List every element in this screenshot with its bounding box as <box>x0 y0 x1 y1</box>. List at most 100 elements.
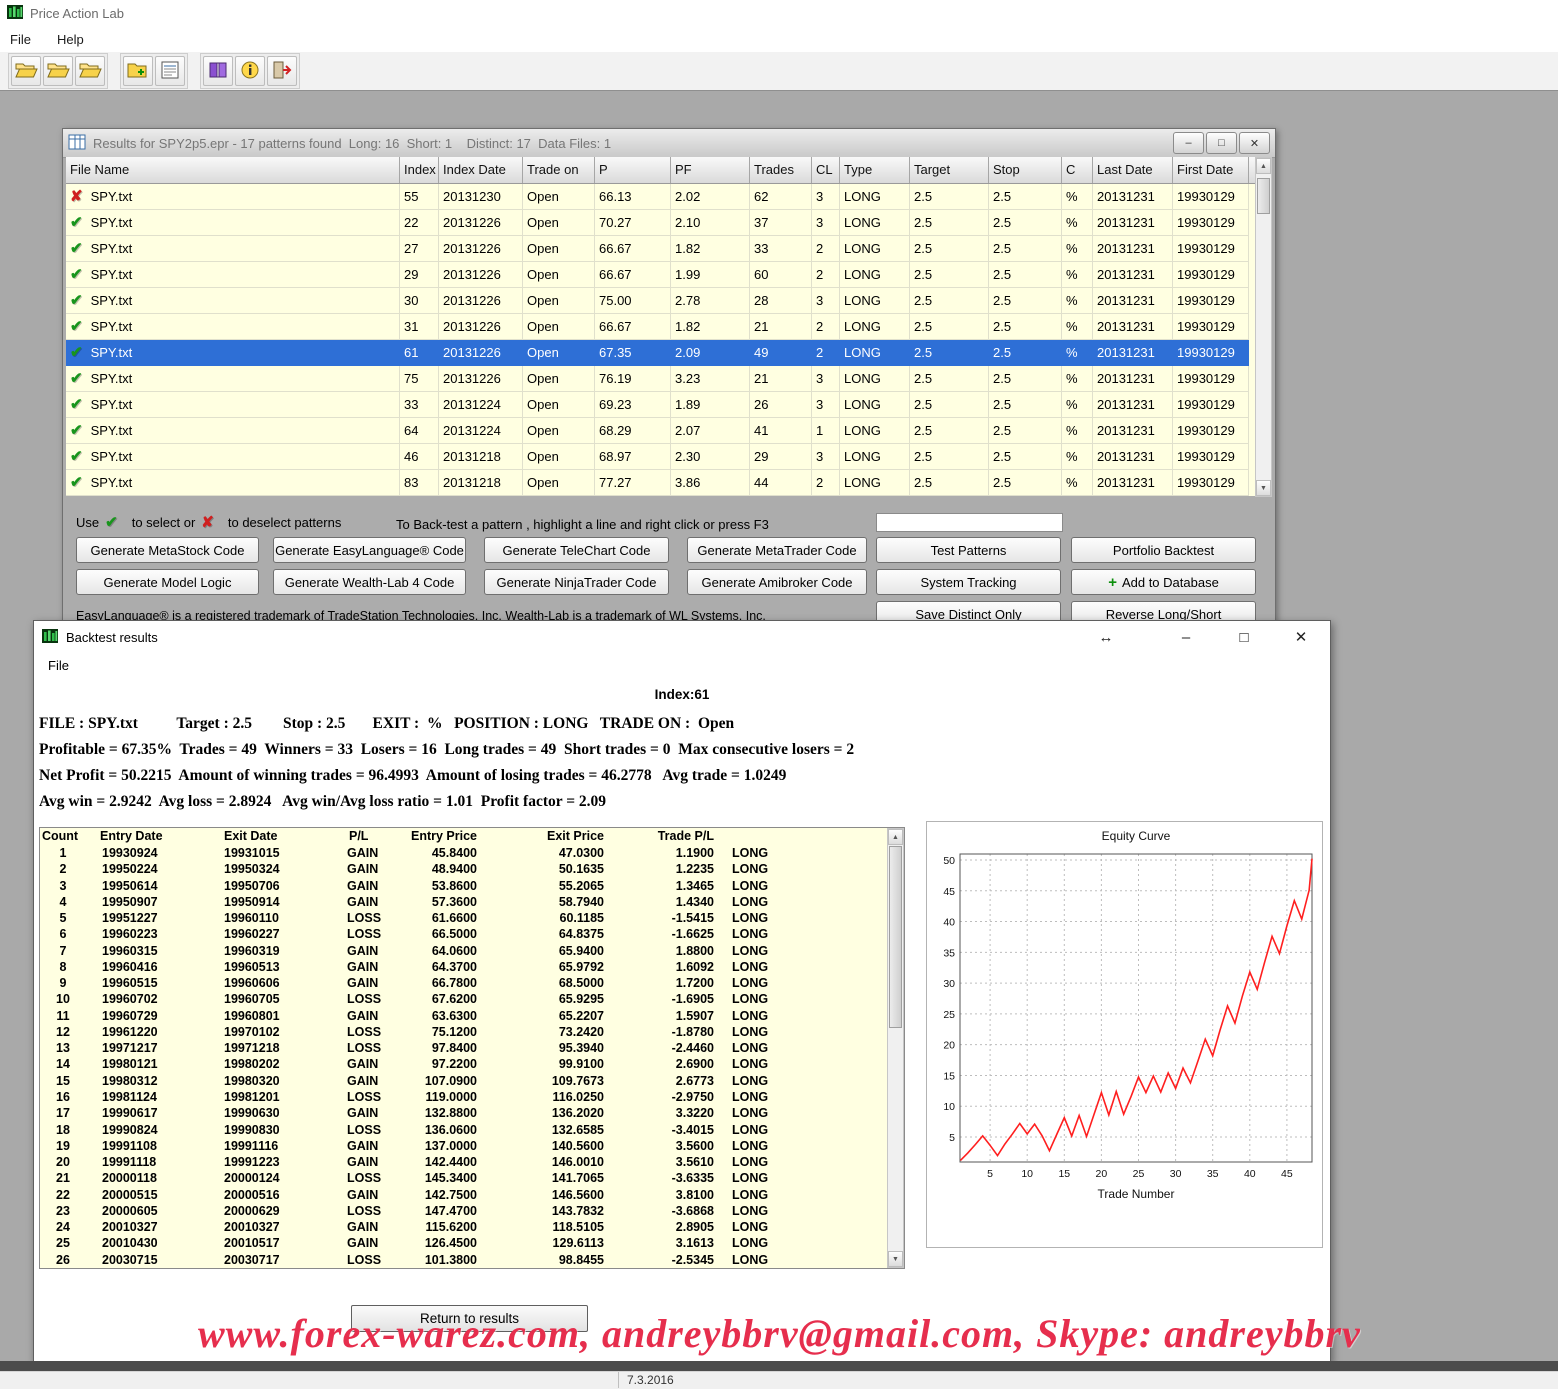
column-header-target[interactable]: Target <box>910 157 989 183</box>
menu-file[interactable]: File <box>48 658 69 673</box>
check-icon[interactable]: ✔ <box>70 396 83 413</box>
cell: 2.5 <box>989 470 1062 496</box>
table-row[interactable]: ✔SPY.txt6120131226Open67.352.09492LONG2.… <box>66 340 1255 366</box>
selection-hint: Use ✔ to select or ✘ to deselect pattern… <box>76 515 341 530</box>
column-header-file-name[interactable]: File Name <box>66 157 400 183</box>
cell: 19990824 <box>86 1122 224 1138</box>
generate-metastock-button[interactable]: Generate MetaStock Code <box>76 537 259 563</box>
cell: 1.89 <box>671 392 750 418</box>
form-button[interactable] <box>155 56 185 86</box>
table-row[interactable]: ✔SPY.txt8320131218Open77.273.86442LONG2.… <box>66 470 1255 496</box>
open-folder-icon <box>78 60 102 83</box>
column-header-index[interactable]: Index <box>400 157 439 183</box>
info-button[interactable] <box>235 56 265 86</box>
check-icon[interactable]: ✔ <box>70 422 83 439</box>
column-header-index-date[interactable]: Index Date <box>439 157 523 183</box>
table-row[interactable]: ✔SPY.txt3120131226Open66.671.82212LONG2.… <box>66 314 1255 340</box>
table-row[interactable]: ✔SPY.txt4620131218Open68.972.30293LONG2.… <box>66 444 1255 470</box>
results-titlebar[interactable]: Results for SPY2p5.epr - 17 patterns fou… <box>63 129 1275 158</box>
exit-button[interactable] <box>267 56 297 86</box>
maximize-button[interactable]: □ <box>1226 621 1262 653</box>
generate-telechart-button[interactable]: Generate TeleChart Code <box>484 537 669 563</box>
table-row[interactable]: ✔SPY.txt6420131224Open68.292.07411LONG2.… <box>66 418 1255 444</box>
table-row[interactable]: ✔SPY.txt2220131226Open70.272.10373LONG2.… <box>66 210 1255 236</box>
table-row[interactable]: ✔SPY.txt7520131226Open76.193.23213LONG2.… <box>66 366 1255 392</box>
cell: ✔SPY.txt <box>66 444 400 470</box>
generate-wealthlab-button[interactable]: Generate Wealth-Lab 4 Code <box>273 569 466 595</box>
check-icon[interactable]: ✔ <box>70 370 83 387</box>
scroll-down-icon[interactable]: ▼ <box>888 1251 903 1267</box>
system-tracking-button[interactable]: System Tracking <box>876 569 1061 595</box>
check-icon[interactable]: ✔ <box>70 344 83 361</box>
cell: 19960223 <box>86 926 224 942</box>
close-button[interactable]: ✕ <box>1283 621 1319 653</box>
menu-file[interactable]: File <box>10 32 31 47</box>
cell: LOSS <box>347 1089 387 1105</box>
cell: 19950706 <box>224 878 347 894</box>
cell: LOSS <box>347 1252 387 1268</box>
table-row[interactable]: ✔SPY.txt2920131226Open66.671.99602LONG2.… <box>66 262 1255 288</box>
test-patterns-button[interactable]: Test Patterns <box>876 537 1061 563</box>
column-header-last-date[interactable]: Last Date <box>1093 157 1173 183</box>
svg-text:30: 30 <box>943 978 955 990</box>
trades-scrollbar[interactable]: ▲ ▼ <box>887 828 904 1268</box>
check-icon[interactable]: ✔ <box>70 474 83 491</box>
column-header-stop[interactable]: Stop <box>989 157 1062 183</box>
hint-text: Use <box>76 515 99 530</box>
cell: 2.5 <box>989 288 1062 314</box>
cell: 20 <box>40 1154 86 1170</box>
column-header-p[interactable]: P <box>595 157 671 183</box>
close-button[interactable]: ✕ <box>1239 132 1270 154</box>
cell: 19981201 <box>224 1089 347 1105</box>
column-header-first-date[interactable]: First Date <box>1173 157 1249 183</box>
backtest-titlebar[interactable]: Backtest results <box>34 621 1330 653</box>
check-icon[interactable]: ✔ <box>70 318 83 335</box>
x-icon[interactable]: ✘ <box>70 188 83 205</box>
results-scrollbar[interactable]: ▲ ▼ <box>1255 157 1272 497</box>
check-icon[interactable]: ✔ <box>70 448 83 465</box>
open-folder-button[interactable] <box>11 56 41 86</box>
cell: -1.5415 <box>604 910 714 926</box>
column-header-cl[interactable]: CL <box>812 157 840 183</box>
scroll-up-icon[interactable]: ▲ <box>888 829 903 845</box>
column-header-trade-on[interactable]: Trade on <box>523 157 595 183</box>
app-titlebar[interactable]: Price Action Lab <box>0 0 1558 26</box>
add-to-database-button[interactable]: + Add to Database <box>1071 569 1256 595</box>
minimize-button[interactable]: – <box>1168 621 1204 653</box>
cell: 65.9792 <box>477 959 604 975</box>
check-icon[interactable]: ✔ <box>70 240 83 257</box>
scroll-thumb[interactable] <box>889 846 902 1028</box>
book-button[interactable] <box>203 56 233 86</box>
minimize-button[interactable]: – <box>1173 132 1204 154</box>
check-icon[interactable]: ✔ <box>70 292 83 309</box>
generate-amibroker-button[interactable]: Generate Amibroker Code <box>687 569 867 595</box>
folder-plus-button[interactable] <box>123 56 153 86</box>
arrows-icon[interactable]: ↔ <box>1088 621 1124 653</box>
cell: 20000515 <box>86 1187 224 1203</box>
table-row[interactable]: ✔SPY.txt3020131226Open75.002.78283LONG2.… <box>66 288 1255 314</box>
column-header-type[interactable]: Type <box>840 157 910 183</box>
generate-ninjatrader-button[interactable]: Generate NinjaTrader Code <box>484 569 669 595</box>
generate-easylanguage-button[interactable]: Generate EasyLanguage® Code <box>273 537 466 563</box>
menu-help[interactable]: Help <box>57 32 84 47</box>
check-icon[interactable]: ✔ <box>70 214 83 231</box>
scroll-down-icon[interactable]: ▼ <box>1256 480 1271 496</box>
cell: 19930129 <box>1173 236 1249 262</box>
column-header-c[interactable]: C <box>1062 157 1093 183</box>
table-row[interactable]: ✔SPY.txt3320131224Open69.231.89263LONG2.… <box>66 392 1255 418</box>
table-row[interactable]: ✔SPY.txt2720131226Open66.671.82332LONG2.… <box>66 236 1255 262</box>
scroll-up-icon[interactable]: ▲ <box>1256 158 1271 174</box>
generate-model-logic-button[interactable]: Generate Model Logic <box>76 569 259 595</box>
column-header-pf[interactable]: PF <box>671 157 750 183</box>
check-icon[interactable]: ✔ <box>70 266 83 283</box>
open-folder-button[interactable] <box>75 56 105 86</box>
info-icon <box>240 60 260 83</box>
svg-text:20: 20 <box>943 1040 955 1052</box>
generate-metatrader-button[interactable]: Generate MetaTrader Code <box>687 537 867 563</box>
column-header-trades[interactable]: Trades <box>750 157 812 183</box>
table-row[interactable]: ✘SPY.txt5520131230Open66.132.02623LONG2.… <box>66 184 1255 210</box>
portfolio-backtest-button[interactable]: Portfolio Backtest <box>1071 537 1256 563</box>
maximize-button[interactable]: □ <box>1206 132 1237 154</box>
scroll-thumb[interactable] <box>1257 178 1270 214</box>
open-folder-button[interactable] <box>43 56 73 86</box>
